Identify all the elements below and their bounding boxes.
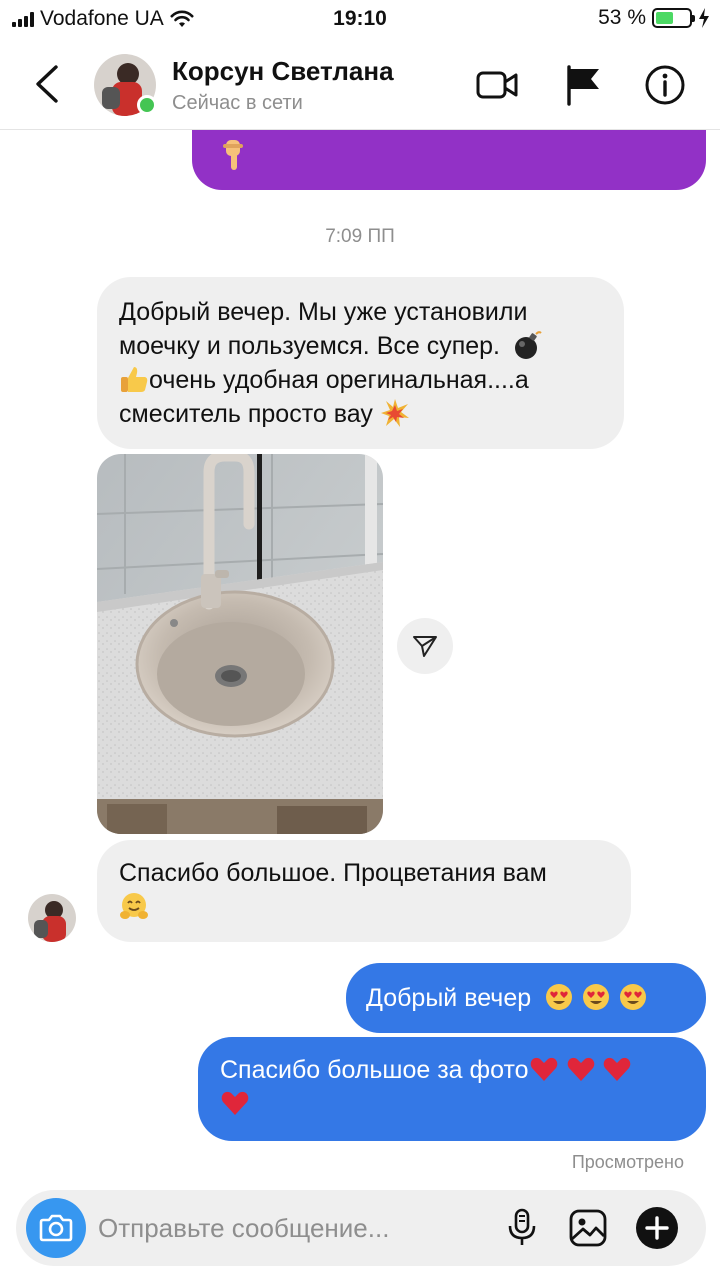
collision-emoji xyxy=(380,398,410,428)
gallery-button[interactable] xyxy=(566,1206,610,1250)
message-line: Спасибо большое за фото xyxy=(220,1053,684,1087)
message-line: очень удобная орегинальная....а xyxy=(119,363,602,397)
message-text: Спасибо большое за фото xyxy=(220,1056,529,1084)
message-input[interactable] xyxy=(98,1190,478,1266)
message-line: Спасибо большое. Процветания вам xyxy=(119,859,547,887)
status-bar: Vodafone UA 19:10 53 % xyxy=(0,0,720,38)
incoming-message-bubble[interactable]: Добрый вечер. Мы уже установили моечку и… xyxy=(97,277,624,449)
contact-status: Сейчас в сети xyxy=(172,92,303,114)
incoming-message-bubble[interactable]: Спасибо большое. Процветания вам xyxy=(97,840,631,942)
sender-avatar[interactable] xyxy=(28,894,76,942)
chat-header: Корсун Светлана Сейчас в сети xyxy=(0,38,720,130)
message-line: Добрый вечер. Мы уже установили xyxy=(119,298,528,326)
battery-level xyxy=(656,12,673,24)
gallery-icon xyxy=(569,1209,607,1247)
plus-icon xyxy=(636,1207,678,1249)
back-chevron-icon[interactable] xyxy=(30,64,64,104)
battery-icon xyxy=(652,8,695,28)
red-heart-emoji xyxy=(220,1088,250,1118)
battery-percentage: 53 % xyxy=(598,6,646,29)
info-icon[interactable] xyxy=(642,62,688,108)
red-heart-emoji xyxy=(602,1054,632,1084)
seen-status: Просмотрено xyxy=(571,1152,684,1172)
contact-name[interactable]: Корсун Светлана xyxy=(172,56,394,87)
share-button[interactable] xyxy=(397,618,453,674)
online-indicator xyxy=(137,95,157,115)
outgoing-message-bubble[interactable]: Добрый вечер xyxy=(346,963,706,1033)
message-timestamp: 7:09 ПП xyxy=(325,226,395,247)
message-text: Добрый вечер xyxy=(366,984,532,1012)
red-heart-emoji xyxy=(529,1054,559,1084)
heart-eyes-emoji xyxy=(544,982,574,1012)
pointing-down-emoji xyxy=(220,138,248,177)
add-button[interactable] xyxy=(635,1206,679,1250)
camera-button[interactable] xyxy=(26,1198,86,1258)
message-composer xyxy=(16,1190,706,1266)
hugging-face-emoji xyxy=(119,891,149,921)
thumbs-up-emoji xyxy=(119,364,149,394)
message-line xyxy=(119,890,609,924)
camera-icon xyxy=(39,1214,73,1242)
red-heart-emoji xyxy=(566,1054,596,1084)
outgoing-message-bubble[interactable]: Спасибо большое за фото xyxy=(198,1037,706,1141)
microphone-button[interactable] xyxy=(500,1206,544,1250)
status-right: 53 % xyxy=(598,6,710,30)
message-line: смеситель просто вау xyxy=(119,397,602,431)
message-line xyxy=(220,1087,684,1121)
photo-message[interactable] xyxy=(97,454,383,834)
heart-eyes-emoji xyxy=(581,982,611,1012)
flag-icon[interactable] xyxy=(560,62,606,108)
video-call-icon[interactable] xyxy=(474,62,520,108)
kitchen-sink-photo xyxy=(97,454,383,834)
bomb-emoji xyxy=(513,330,543,360)
heart-eyes-emoji xyxy=(618,982,648,1012)
message-line: моечку и пользуемся. Все супер. xyxy=(119,329,602,363)
charging-bolt-icon xyxy=(699,8,709,28)
send-arrow-icon xyxy=(413,636,437,657)
microphone-icon xyxy=(508,1208,536,1245)
